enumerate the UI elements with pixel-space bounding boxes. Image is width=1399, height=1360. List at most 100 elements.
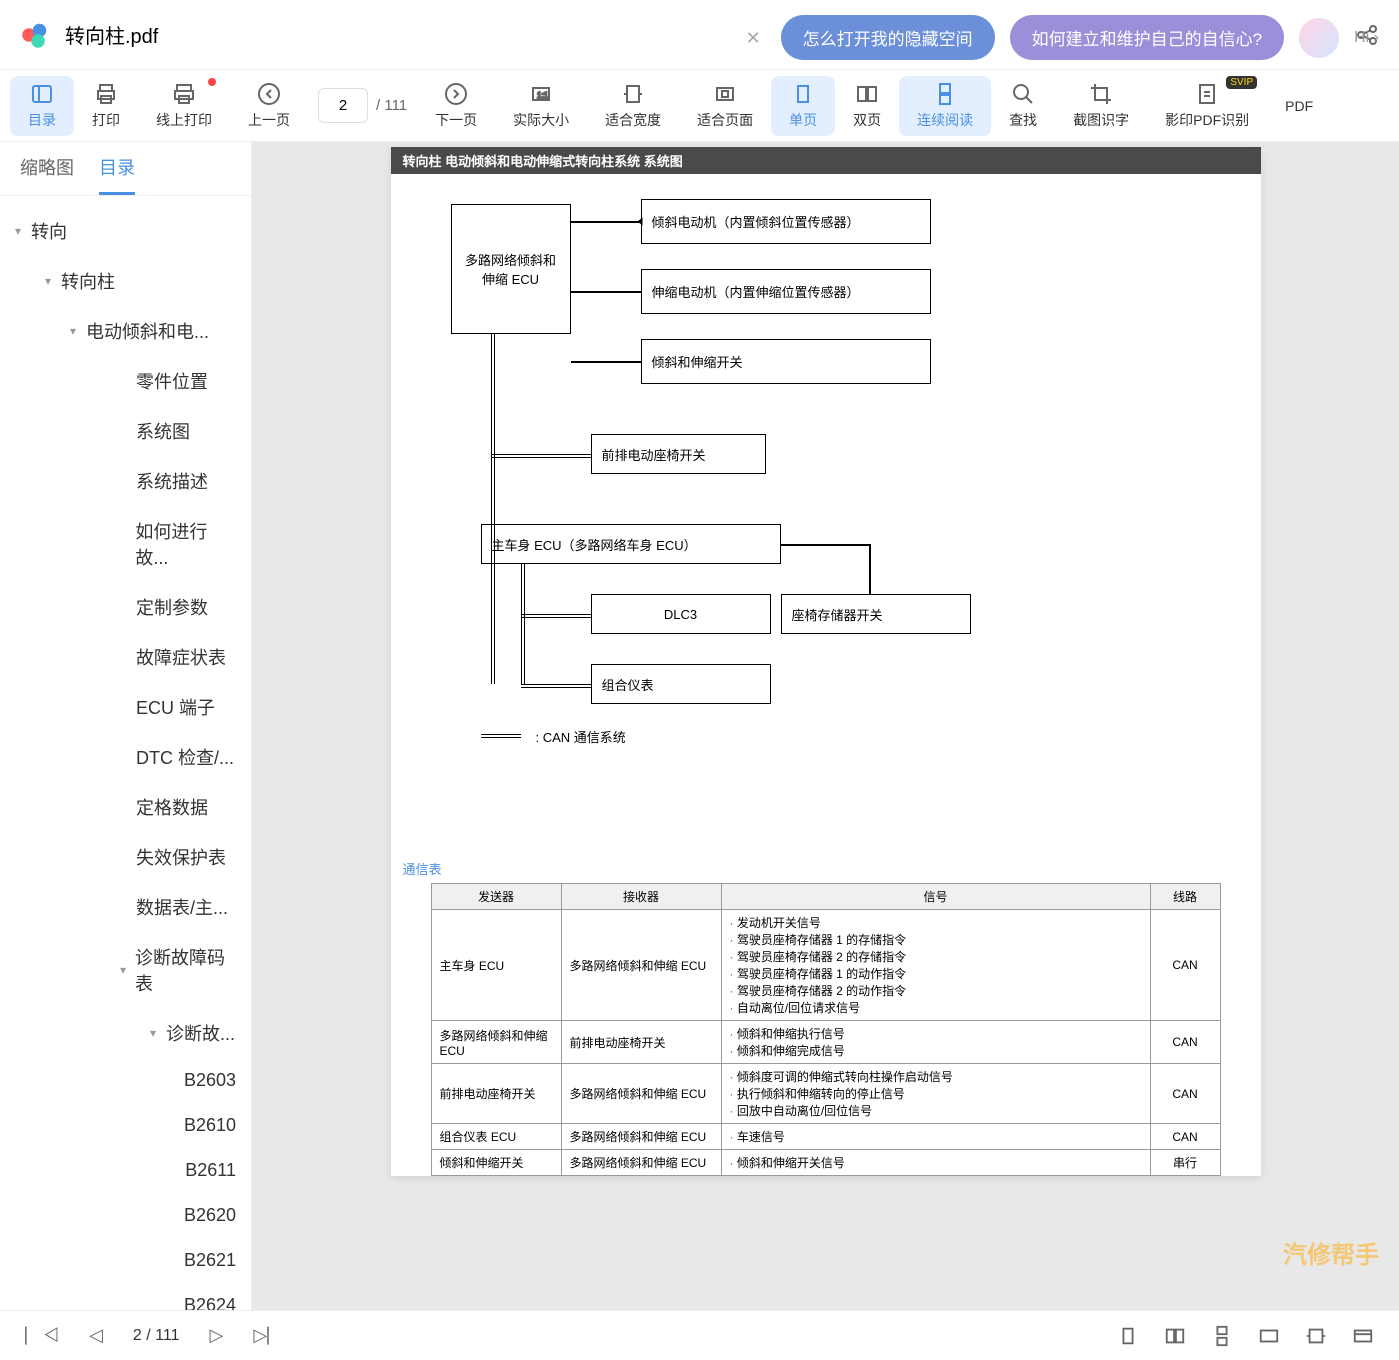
continuous-button[interactable]: 连续阅读: [899, 76, 991, 136]
hi-label[interactable]: Hi ›: [1354, 29, 1379, 47]
single-page-button[interactable]: 单页: [771, 76, 835, 136]
toc-item[interactable]: ▾诊断故障码表: [0, 932, 251, 1008]
document-viewport[interactable]: 转向柱 电动倾斜和电动伸缩式转向柱系统 系统图 多路网络倾斜和伸缩 ECU 倾斜…: [252, 142, 1399, 1310]
toc-item[interactable]: 数据表/主...: [0, 882, 251, 932]
toc-item-label: 诊断故障码表: [135, 944, 236, 996]
caret-down-icon: ▾: [70, 324, 86, 338]
toc-item[interactable]: B2611: [0, 1148, 251, 1193]
diagram-box-6: DLC3: [591, 594, 771, 634]
caret-down-icon: ▾: [45, 274, 61, 288]
toc-item[interactable]: 故障症状表: [0, 632, 251, 682]
toc-button[interactable]: 目录: [10, 76, 74, 136]
bottom-page-indicator: 2 / 111: [133, 1327, 180, 1345]
view-fitpage-icon[interactable]: [1352, 1325, 1374, 1347]
continuous-icon: [933, 82, 957, 106]
page-header: 转向柱 电动倾斜和电动伸缩式转向柱系统 系统图: [391, 147, 1261, 174]
toc-item[interactable]: B2603: [0, 1058, 251, 1103]
toc-item[interactable]: ECU 端子: [0, 682, 251, 732]
pdf-page: 转向柱 电动倾斜和电动伸缩式转向柱系统 系统图 多路网络倾斜和伸缩 ECU 倾斜…: [391, 147, 1261, 1176]
find-button[interactable]: 查找: [991, 76, 1055, 136]
toc-tree: ▾转向▾转向柱▾电动倾斜和电...零件位置系统图系统描述如何进行故...定制参数…: [0, 196, 251, 1310]
toc-item[interactable]: 定制参数: [0, 582, 251, 632]
toc-item-label: B2603: [184, 1070, 236, 1091]
chevron-left-icon: [257, 82, 281, 106]
fit-page-button[interactable]: 适合页面: [679, 76, 771, 136]
col-sender: 发送器: [431, 884, 561, 910]
toc-item-label: 转向柱: [61, 268, 115, 294]
toc-item[interactable]: 零件位置: [0, 356, 251, 406]
toc-item[interactable]: ▾转向柱: [0, 256, 251, 306]
toc-item-label: 诊断故...: [166, 1020, 235, 1046]
prompt-suggestion-2[interactable]: 如何建立和维护自己的自信心?: [1010, 15, 1284, 60]
toc-item[interactable]: ▾转向: [0, 206, 251, 256]
toc-item[interactable]: DTC 检查/...: [0, 732, 251, 782]
table-row: 倾斜和伸缩开关多路网络倾斜和伸缩 ECU倾斜和伸缩开关信号串行: [431, 1150, 1220, 1176]
toc-item-label: 如何进行故...: [135, 518, 236, 570]
page-input[interactable]: [318, 88, 368, 123]
fit-width-icon: [621, 82, 645, 106]
next-page-button[interactable]: 下一页: [417, 76, 495, 136]
system-diagram: 多路网络倾斜和伸缩 ECU 倾斜电动机（内置倾斜位置传感器） 伸缩电动机（内置伸…: [391, 174, 1261, 854]
pdf-more-button[interactable]: PDF: [1267, 76, 1331, 136]
toc-item[interactable]: 系统图: [0, 406, 251, 456]
watermark: 汽修帮手: [1283, 1235, 1379, 1270]
comm-table: 发送器 接收器 信号 线路 主车身 ECU多路网络倾斜和伸缩 ECU发动机开关信…: [431, 883, 1221, 1176]
avatar[interactable]: [1299, 18, 1339, 58]
table-row: 前排电动座椅开关多路网络倾斜和伸缩 ECU倾斜度可调的伸缩式转向柱操作启动信号执…: [431, 1064, 1220, 1124]
prev-page-icon[interactable]: ◁: [89, 1325, 103, 1346]
diagram-box-2: 伸缩电动机（内置伸缩位置传感器）: [641, 269, 931, 314]
toc-item[interactable]: ▾诊断故...: [0, 1008, 251, 1058]
caret-down-icon: ▾: [150, 1026, 166, 1040]
col-receiver: 接收器: [561, 884, 721, 910]
diagram-box-4: 前排电动座椅开关: [591, 434, 766, 474]
crop-icon: [1089, 82, 1113, 106]
toc-item-label: 系统描述: [136, 468, 208, 494]
diagram-box-ecu: 多路网络倾斜和伸缩 ECU: [451, 204, 571, 334]
close-icon[interactable]: ✕: [746, 28, 766, 48]
toc-item-label: 电动倾斜和电...: [86, 318, 209, 344]
print-button[interactable]: 打印: [74, 76, 138, 136]
notification-dot: [208, 78, 216, 86]
online-print-button[interactable]: 线上打印: [138, 76, 230, 136]
caret-down-icon: ▾: [120, 963, 135, 977]
col-line: 线路: [1150, 884, 1220, 910]
toc-item[interactable]: ▾电动倾斜和电...: [0, 306, 251, 356]
chevron-right-icon: [444, 82, 468, 106]
app-logo[interactable]: [20, 20, 50, 50]
diagram-box-3: 倾斜和伸缩开关: [641, 339, 931, 384]
fit-width-button[interactable]: 适合宽度: [587, 76, 679, 136]
table-row: 多路网络倾斜和伸缩 ECU前排电动座椅开关倾斜和伸缩执行信号倾斜和伸缩完成信号C…: [431, 1021, 1220, 1064]
toc-item[interactable]: B2610: [0, 1103, 251, 1148]
next-page-icon[interactable]: ▷: [209, 1325, 223, 1346]
prompt-suggestion-1[interactable]: 怎么打开我的隐藏空间: [781, 15, 995, 60]
toc-item[interactable]: 系统描述: [0, 456, 251, 506]
actual-size-button[interactable]: 1:1 实际大小: [495, 76, 587, 136]
view-fitwidth-icon[interactable]: [1305, 1325, 1327, 1347]
toc-item-label: 失效保护表: [136, 844, 226, 870]
toc-item[interactable]: 定格数据: [0, 782, 251, 832]
view-double-icon[interactable]: [1164, 1325, 1186, 1347]
toc-item[interactable]: 失效保护表: [0, 832, 251, 882]
first-page-icon[interactable]: ⎸◁: [25, 1325, 59, 1346]
toc-item-label: 零件位置: [136, 368, 208, 394]
toc-item-label: B2620: [184, 1205, 236, 1226]
toc-item-label: B2611: [185, 1160, 236, 1181]
tab-thumbnail[interactable]: 缩略图: [20, 154, 74, 195]
last-page-icon[interactable]: ▷⎸: [253, 1325, 285, 1346]
actual-size-icon: 1:1: [529, 82, 553, 106]
pdf-ocr-icon: [1195, 82, 1219, 106]
screenshot-ocr-button[interactable]: 截图识字: [1055, 76, 1147, 136]
svip-badge: SVIP: [1226, 76, 1257, 89]
toc-item[interactable]: 如何进行故...: [0, 506, 251, 582]
tab-toc[interactable]: 目录: [99, 154, 135, 195]
prev-page-button[interactable]: 上一页: [230, 76, 308, 136]
toc-item-label: 系统图: [136, 418, 190, 444]
fit-page-icon: [713, 82, 737, 106]
view-single-icon[interactable]: [1117, 1325, 1139, 1347]
toc-item[interactable]: B2621: [0, 1238, 251, 1283]
toc-item[interactable]: B2620: [0, 1193, 251, 1238]
view-continuous-icon[interactable]: [1211, 1325, 1233, 1347]
double-page-button[interactable]: 双页: [835, 76, 899, 136]
view-1to1-icon[interactable]: [1258, 1325, 1280, 1347]
toc-item[interactable]: B2624: [0, 1283, 251, 1310]
